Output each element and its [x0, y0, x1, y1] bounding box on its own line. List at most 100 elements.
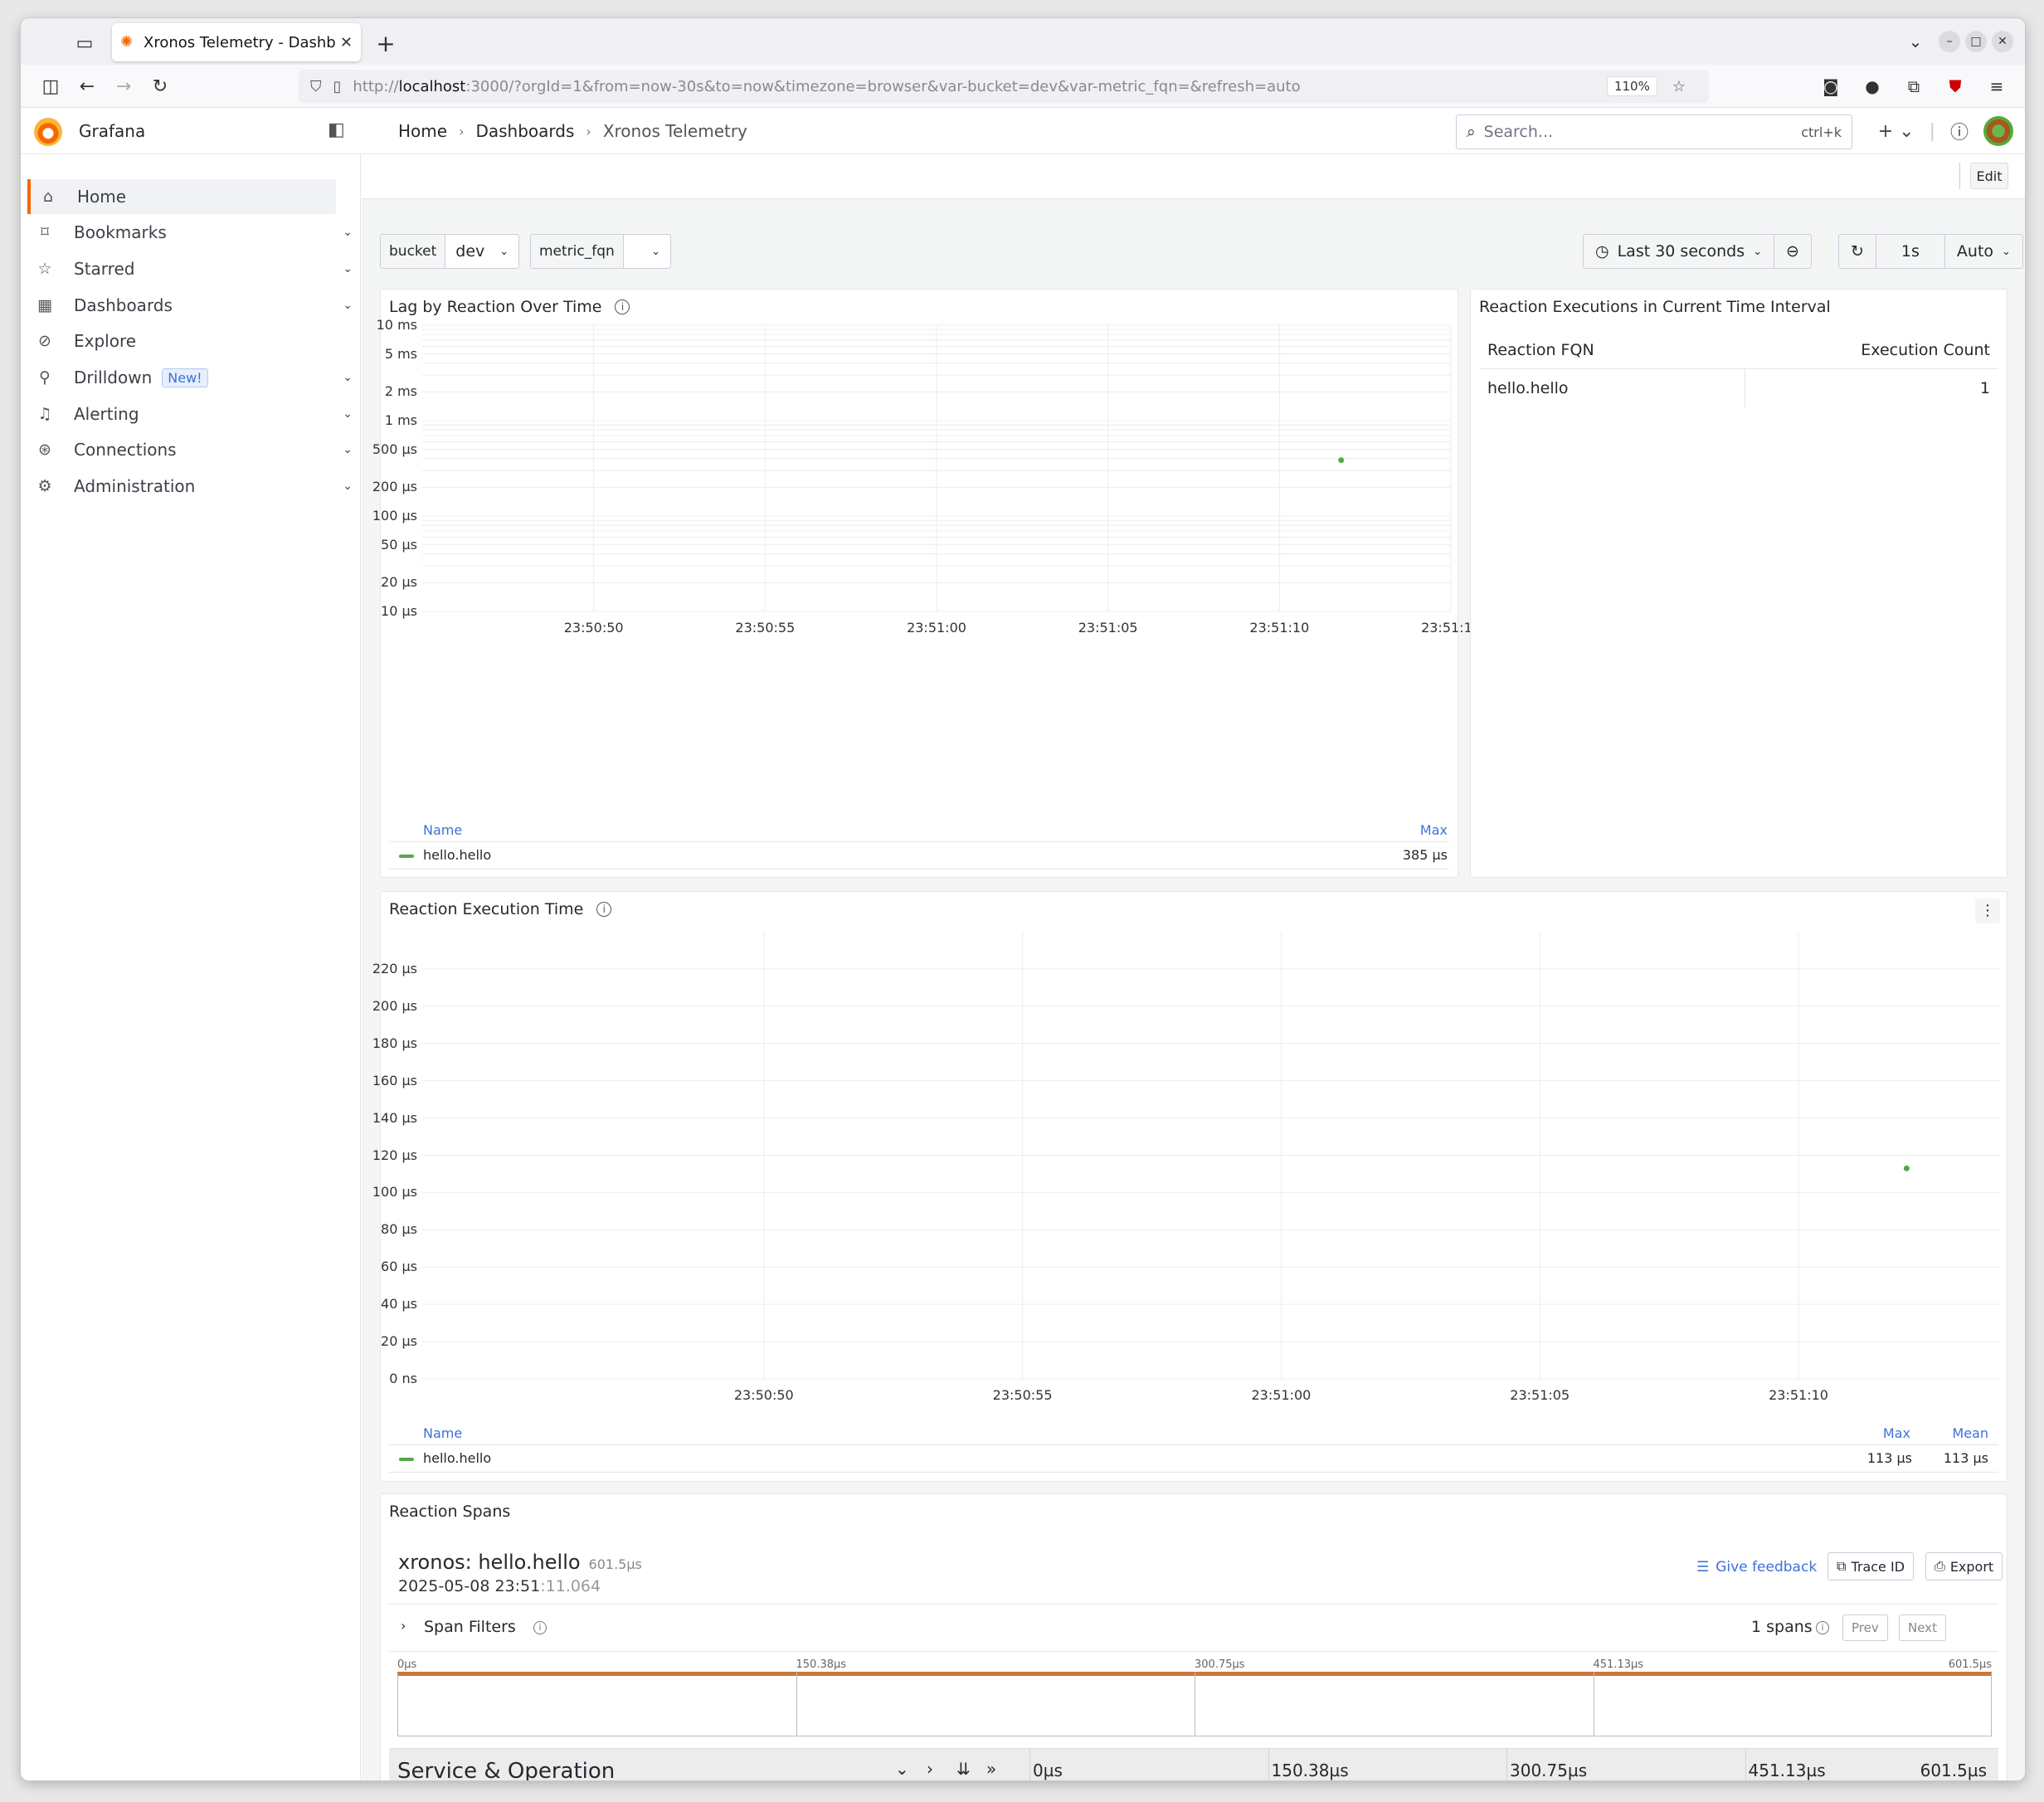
prev-button[interactable]: Prev: [1842, 1614, 1888, 1641]
variable-select[interactable]: dev ⌄: [445, 235, 518, 268]
legend-max-header[interactable]: Max: [1420, 822, 1448, 838]
avatar[interactable]: [1983, 116, 2013, 146]
chevron-down-icon[interactable]: ⌄: [343, 480, 353, 493]
variable-metric-fqn[interactable]: metric_fqn ⌄: [530, 234, 671, 269]
extensions-icon[interactable]: ⧉: [1899, 71, 1929, 101]
browser-window: ▭ ✺ Xronos Telemetry - Dashb ✕ + ⌄ – □ ✕…: [21, 18, 2025, 1780]
give-feedback-link[interactable]: ☰ Give feedback: [1696, 1559, 1817, 1576]
variable-bucket[interactable]: bucket dev ⌄: [380, 234, 519, 269]
info-icon[interactable]: i: [533, 1621, 547, 1634]
variable-label: bucket: [381, 235, 446, 268]
variable-select[interactable]: ⌄: [624, 235, 670, 268]
forward-icon[interactable]: →: [109, 71, 139, 101]
tab-strip: ▭ ✺ Xronos Telemetry - Dashb ✕ + ⌄ – □ ✕: [21, 18, 2025, 65]
breadcrumb-home[interactable]: Home: [398, 121, 447, 141]
sidebar-item-explore[interactable]: ⊘ Explore: [27, 324, 336, 358]
column-header-fqn[interactable]: Reaction FQN: [1487, 341, 1594, 359]
refresh-interval[interactable]: 1s: [1876, 235, 1945, 268]
chevron-right-icon[interactable]: ›: [401, 1618, 406, 1634]
span-filters-toggle[interactable]: Span Filters: [424, 1618, 516, 1636]
next-button[interactable]: Next: [1899, 1614, 1946, 1641]
grafana-logo-icon[interactable]: [34, 118, 62, 146]
export-button[interactable]: ⎙ Export: [1925, 1552, 2003, 1580]
sidebar-toggle-icon[interactable]: ◫: [36, 71, 66, 101]
chevron-down-icon[interactable]: ⌄: [343, 443, 353, 456]
trace-date-secs: :11.064: [540, 1577, 601, 1595]
info-icon[interactable]: i: [1816, 1621, 1829, 1634]
url-text[interactable]: http://localhost:3000/?orgId=1&from=now-…: [353, 78, 1607, 95]
chevron-right-icon[interactable]: ›: [927, 1759, 933, 1779]
back-icon[interactable]: ←: [72, 71, 102, 101]
list-tabs-icon[interactable]: ⌄: [1897, 27, 1934, 56]
ublock-icon[interactable]: ⛊: [1940, 71, 1970, 101]
table-row[interactable]: hello.hello 1: [1479, 369, 1998, 409]
chevron-down-icon[interactable]: ⌄: [343, 226, 353, 239]
dock-menu-icon[interactable]: ◧: [328, 119, 345, 140]
sidebar-item-drilldown[interactable]: ⚲ Drilldown New! ⌄: [27, 360, 353, 395]
exec-chart[interactable]: [381, 892, 2008, 1423]
trace-minimap[interactable]: 0µs 150.38µs 300.75µs 451.13µs 601.5µs: [397, 1658, 1992, 1738]
edit-button[interactable]: Edit: [1970, 163, 2008, 189]
legend-name-header[interactable]: Name: [423, 822, 462, 838]
chevron-down-icon[interactable]: ⌄: [343, 262, 353, 275]
legend-row[interactable]: hello.hello 113 µs 113 µs: [389, 1444, 1998, 1473]
y-tick-label: 200 µs: [372, 479, 417, 495]
pocket-icon[interactable]: ◙: [1816, 71, 1846, 101]
menu-icon[interactable]: ≡: [1982, 71, 2012, 101]
shield-icon[interactable]: ⛉: [310, 78, 322, 95]
close-tab-icon[interactable]: ✕: [340, 34, 353, 51]
search-input[interactable]: ⌕ Search... ctrl+k: [1456, 114, 1852, 149]
time-range-button[interactable]: ◷ Last 30 seconds ⌄: [1584, 235, 1774, 268]
sidebar-item-administration[interactable]: ⚙ Administration ⌄: [27, 469, 353, 504]
legend-row[interactable]: hello.hello 385 µs: [389, 841, 1449, 869]
breadcrumb-dashboards[interactable]: Dashboards: [475, 121, 574, 141]
chevron-down-icon[interactable]: ⌄: [895, 1759, 909, 1779]
grafana-favicon-icon: ✺: [120, 33, 134, 51]
sidebar-item-alerting[interactable]: ♫ Alerting ⌄: [27, 397, 353, 431]
profile-icon[interactable]: ●: [1857, 71, 1887, 101]
lag-chart[interactable]: [381, 290, 1459, 804]
minimap-tick-label: 601.5µs: [1948, 1658, 1992, 1671]
cell-count: 1: [1979, 379, 1990, 397]
new-tab-button[interactable]: +: [369, 27, 402, 60]
expand-all-icon[interactable]: ⇊: [956, 1759, 971, 1779]
close-window-button[interactable]: ✕: [1992, 31, 2013, 52]
time-range-picker[interactable]: ◷ Last 30 seconds ⌄ ⊖: [1583, 234, 1812, 269]
add-new-button[interactable]: + ⌄: [1878, 121, 1915, 142]
timeline-divider: [1745, 1749, 1746, 1780]
y-tick-label: 10 µs: [381, 603, 417, 619]
maximize-button[interactable]: □: [1965, 31, 1987, 52]
zoom-level[interactable]: 110%: [1606, 76, 1657, 96]
bookmark-star-icon[interactable]: ☆: [1672, 78, 1686, 95]
legend-series-mean: 113 µs: [1943, 1450, 1988, 1466]
chevron-down-icon[interactable]: ⌄: [343, 371, 353, 384]
refresh-button[interactable]: ↻: [1839, 235, 1876, 268]
sidebar-item-connections[interactable]: ⊛ Connections ⌄: [27, 432, 353, 467]
sidebar-item-dashboards[interactable]: ▦ Dashboards ⌄: [27, 288, 353, 323]
apps-icon: ▦: [37, 296, 52, 314]
browser-tab[interactable]: ✺ Xronos Telemetry - Dashb ✕: [112, 23, 361, 61]
minimize-button[interactable]: –: [1939, 31, 1960, 52]
sidebar-item-starred[interactable]: ☆ Starred ⌄: [27, 251, 353, 286]
sidebar-item-bookmarks[interactable]: ⌑ Bookmarks ⌄: [27, 215, 353, 250]
chevron-down-icon[interactable]: ⌄: [343, 299, 353, 312]
column-header-count[interactable]: Execution Count: [1861, 341, 1990, 359]
help-icon[interactable]: ⓘ: [1950, 118, 1969, 144]
expand-one-icon[interactable]: »: [986, 1759, 996, 1779]
auto-refresh-button[interactable]: Auto ⌄: [1945, 235, 2022, 268]
legend-mean-header[interactable]: Mean: [1952, 1425, 1988, 1441]
y-tick-label: 80 µs: [381, 1221, 417, 1238]
bookmark-icon: ⌑: [41, 223, 49, 241]
tab-overview-icon[interactable]: ▭: [64, 28, 105, 58]
refresh-picker[interactable]: ↻ 1s Auto ⌄: [1838, 234, 2023, 269]
chevron-down-icon[interactable]: ⌄: [343, 407, 353, 421]
reload-icon[interactable]: ↻: [145, 71, 175, 101]
sidebar-item-home[interactable]: ⌂ Home: [27, 179, 336, 214]
legend-name-header[interactable]: Name: [423, 1425, 462, 1441]
span-filters-bar: › Span Filters i 1 spans i Prev Next: [389, 1604, 1998, 1652]
url-bar[interactable]: ⛉ ▯ http://localhost:3000/?orgId=1&from=…: [299, 70, 1709, 103]
legend-max-header[interactable]: Max: [1883, 1425, 1910, 1441]
zoom-out-button[interactable]: ⊖: [1774, 235, 1811, 268]
variable-label: metric_fqn: [531, 235, 624, 268]
trace-id-button[interactable]: ⧉ Trace ID: [1827, 1552, 1915, 1580]
